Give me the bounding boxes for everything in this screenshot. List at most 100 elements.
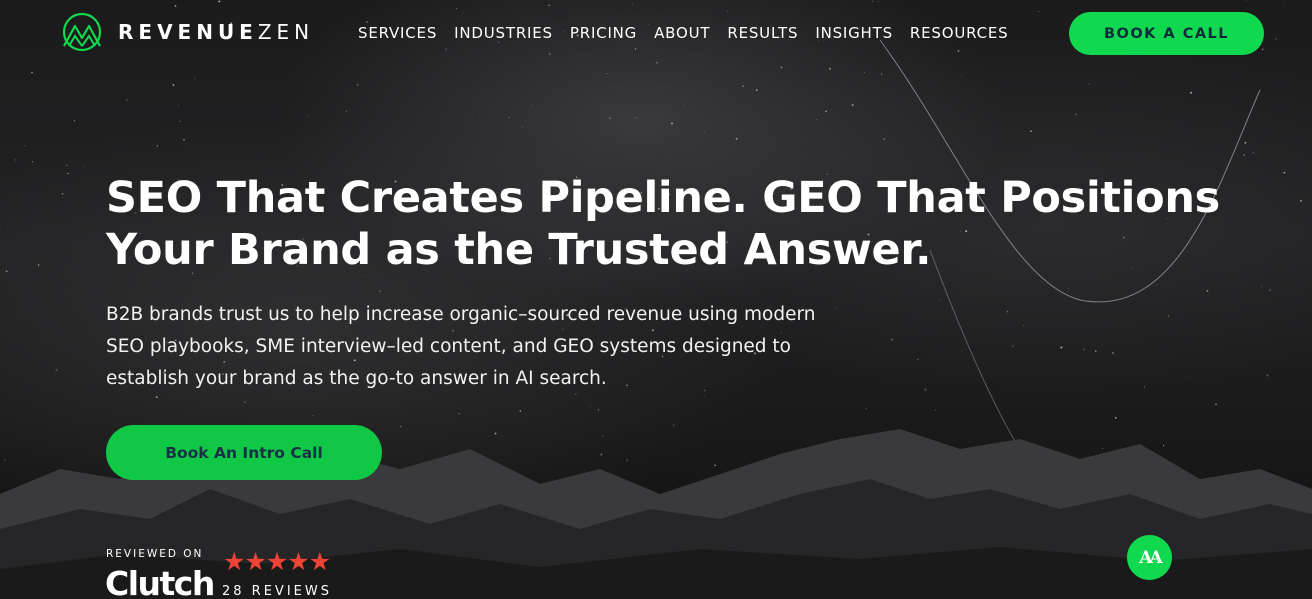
- accessibility-button[interactable]: AA: [1127, 535, 1172, 580]
- star-dot: [31, 160, 34, 163]
- star-dot: [816, 119, 818, 121]
- logo-wordmark: REVENUEZEN: [118, 20, 314, 44]
- nav-item-resources[interactable]: RESOURCES: [910, 24, 1009, 42]
- star-dot: [83, 166, 85, 168]
- star-dot: [24, 144, 27, 147]
- star-dot: [17, 114, 18, 116]
- star-dot: [890, 338, 893, 341]
- star-dot: [683, 104, 685, 106]
- star-dot: [0, 228, 1, 230]
- nav-item-services[interactable]: SERVICES: [358, 24, 437, 42]
- star-dot: [1243, 154, 1246, 156]
- star-dot: [156, 145, 158, 147]
- star-dot: [508, 116, 510, 118]
- star-dot: [1189, 91, 1193, 94]
- star-dot: [1246, 355, 1247, 356]
- star-dot: [61, 192, 64, 195]
- star-dot: [1278, 83, 1280, 84]
- star-dot: [671, 122, 673, 125]
- star-dot: [37, 264, 40, 266]
- star-dot: [825, 110, 827, 113]
- star-dot: [703, 130, 705, 132]
- star-dot: [155, 88, 157, 90]
- star-dot: [835, 307, 837, 309]
- star-dot: [880, 73, 883, 75]
- star-dot: [606, 72, 608, 75]
- star-dot: [742, 85, 745, 88]
- star-dot: [1155, 285, 1157, 286]
- star-dot: [1261, 285, 1263, 287]
- star-dot: [635, 117, 637, 119]
- star-dot: [1083, 348, 1085, 350]
- star-dot: [155, 396, 158, 399]
- star-dot: [1244, 141, 1247, 144]
- star-dot: [31, 71, 33, 74]
- star-dot: [863, 71, 866, 74]
- star-dot: [931, 316, 933, 317]
- star-dot: [1283, 171, 1286, 174]
- star-dot: [1030, 130, 1032, 132]
- star-dot: [66, 164, 68, 166]
- nav-item-about[interactable]: ABOUT: [654, 24, 710, 42]
- mountain-logo-icon: [62, 12, 102, 52]
- star-dot: [55, 369, 58, 372]
- star-dot: [1192, 353, 1194, 355]
- nav-item-results[interactable]: RESULTS: [727, 24, 798, 42]
- star-dot: [1188, 376, 1190, 377]
- star-dot: [452, 296, 453, 297]
- star-dot: [461, 164, 462, 165]
- revenuezen-logo[interactable]: REVENUEZEN: [60, 12, 314, 52]
- star-dot: [177, 104, 180, 106]
- star-dot: [961, 74, 962, 76]
- star-dot: [194, 78, 196, 80]
- star-dot: [1252, 152, 1254, 154]
- star-dot: [379, 290, 381, 292]
- hero-headline: SEO That Creates Pipeline. GEO That Posi…: [106, 173, 1220, 275]
- star-dot: [1044, 325, 1045, 326]
- star-dot: [609, 117, 611, 119]
- star-dot: [5, 270, 8, 273]
- star-dot: [828, 67, 832, 70]
- star-dot: [179, 120, 182, 123]
- star-dot: [345, 110, 348, 113]
- star-dot: [1023, 325, 1024, 327]
- clutch-logo: Clutch: [105, 564, 215, 599]
- star-dot: [183, 138, 185, 141]
- star-dot: [125, 98, 128, 101]
- accessibility-icon: AA: [1139, 547, 1162, 568]
- star-dot: [73, 120, 76, 122]
- star-dot: [356, 83, 359, 86]
- star-dot: [851, 103, 854, 107]
- star-dot: [14, 159, 17, 161]
- star-dot: [361, 165, 363, 167]
- star-dot: [1275, 133, 1277, 135]
- star-dot: [601, 107, 603, 109]
- nav-item-insights[interactable]: INSIGHTS: [815, 24, 893, 42]
- star-dot: [1012, 345, 1014, 347]
- main-nav: SERVICES INDUSTRIES PRICING ABOUT RESULT…: [358, 24, 1008, 42]
- star-dot: [530, 104, 532, 106]
- logo-wordmark-bold: REVENUE: [118, 20, 258, 44]
- star-dot: [1144, 386, 1146, 388]
- reviewed-on-label: REVIEWED ON: [106, 548, 204, 560]
- book-intro-call-button[interactable]: Book An Intro Call: [106, 425, 382, 480]
- nav-item-pricing[interactable]: PRICING: [570, 24, 637, 42]
- star-dot: [1094, 350, 1097, 353]
- star-dot: [1006, 311, 1009, 313]
- star-dot: [472, 117, 474, 119]
- clutch-review-badge[interactable]: REVIEWED ON Clutch ★★★★★ 28 REVIEWS: [105, 548, 346, 599]
- star-dot: [203, 280, 205, 282]
- star-dot: [1266, 374, 1269, 377]
- star-dot: [1168, 315, 1170, 317]
- star-dot: [1088, 83, 1090, 85]
- star-dot: [940, 299, 942, 301]
- nav-item-industries[interactable]: INDUSTRIES: [454, 24, 553, 42]
- star-dot: [1067, 288, 1070, 290]
- logo-wordmark-light: ZEN: [257, 20, 315, 44]
- star-dot: [147, 153, 149, 155]
- star-dot: [67, 172, 69, 175]
- star-dot: [93, 103, 94, 105]
- star-dot: [717, 154, 719, 156]
- book-a-call-button[interactable]: BOOK A CALL: [1069, 12, 1264, 55]
- star-dot: [1269, 289, 1271, 291]
